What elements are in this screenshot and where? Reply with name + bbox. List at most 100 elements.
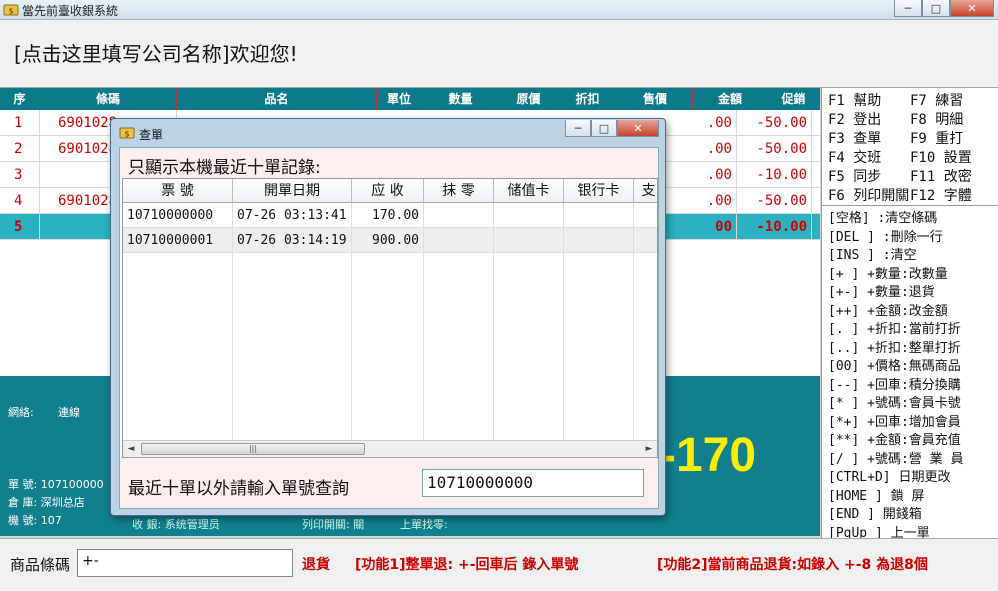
dialog-icon: $ [119, 127, 135, 139]
col-rounding[interactable]: 抹 零 [424, 179, 494, 202]
shortcut-item: [END ] 開錢箱 [828, 507, 922, 522]
cell-receivable: 900.00 [352, 228, 424, 252]
scroll-left-icon[interactable]: ◄ [123, 441, 139, 457]
return-hint: 退貨 [302, 557, 330, 573]
dialog-maximize-button[interactable]: □ [591, 120, 617, 137]
fkey-shift[interactable]: F4 交班 [828, 149, 910, 168]
query-dialog: $ 查單 ─ □ ✕ 只顯示本機最近十單記錄: 票 號 開單日期 应 收 抹 零… [110, 118, 666, 516]
shortcut-item: [*+] +回車:增加會員 [828, 414, 961, 430]
maximize-button[interactable]: □ [922, 0, 950, 17]
print-switch-label: 列印開關: 關 [302, 518, 365, 531]
barcode-label: 商品條碼 [10, 556, 71, 574]
records-grid: 票 號 開單日期 应 收 抹 零 储值卡 银行卡 支 10710000000 0… [122, 178, 658, 458]
col-name[interactable]: 品名 [177, 88, 377, 110]
total-amount: -170 [660, 429, 757, 482]
fkey-help[interactable]: F1 幫助 [828, 92, 910, 111]
fkey-settings[interactable]: F10 設置 [910, 149, 992, 168]
dialog-close-button[interactable]: ✕ [617, 120, 659, 137]
col-unit[interactable]: 單位 [377, 88, 422, 110]
col-barcode[interactable]: 條碼 [40, 88, 177, 110]
cell-pay [634, 203, 657, 227]
shortcut-item: [..] +折扣:整單打折 [828, 340, 961, 356]
dialog-minimize-button[interactable]: ─ [565, 120, 591, 137]
close-button[interactable]: ✕ [950, 0, 994, 17]
change-label: 上單找零: [400, 518, 448, 531]
grid-row[interactable]: 10710000001 07-26 03:14:19 900.00 [123, 228, 657, 253]
company-name-link[interactable]: [点击这里填写公司名称]欢迎您! [14, 38, 298, 67]
col-discount[interactable]: 折扣 [558, 88, 618, 110]
col-bank-card[interactable]: 银行卡 [564, 179, 634, 202]
col-amount[interactable]: 金額 [693, 88, 768, 110]
dialog-title: 查單 [139, 128, 164, 142]
fkey-row: F3 查單 F9 重打 [828, 130, 992, 149]
dialog-title-bar[interactable]: $ 查單 ─ □ ✕ [111, 119, 665, 147]
shortcut-item: [/ ] +號碼:營 業 員 [828, 451, 964, 467]
fkey-font[interactable]: F12 字體 [910, 187, 992, 206]
scroll-thumb[interactable]: ||| [141, 443, 365, 455]
fkey-print-switch[interactable]: F6 列印開關 [828, 187, 910, 206]
fkey-query[interactable]: F3 查單 [828, 130, 910, 149]
fkey-sync[interactable]: F5 同步 [828, 168, 910, 187]
fkey-detail[interactable]: F8 明細 [910, 111, 992, 130]
cell-bank-card [564, 228, 634, 252]
cell-amount: -10.00 [737, 162, 812, 187]
fkey-row: F1 幫助 F7 練習 [828, 92, 992, 111]
fkey-row: F5 同步 F11 改密 [828, 168, 992, 187]
col-ticket[interactable]: 票 號 [123, 179, 233, 202]
function1-hint: [功能1]整單退: +-回車后 錄入單號 [355, 557, 579, 573]
machine-number: 機 號: 107 [8, 514, 62, 527]
col-promo[interactable]: 促銷 [768, 88, 820, 110]
barcode-bar: 商品條碼 +- 退貨 [功能1]整單退: +-回車后 錄入單號 [功能2]當前商… [0, 538, 998, 591]
dialog-footer: 最近十單以外請輸入單號查詢 10710000000 [120, 458, 658, 508]
cell-ticket: 10710000001 [123, 228, 233, 252]
cell-amount: -10.00 [737, 214, 812, 239]
header: [点击这里填写公司名称]欢迎您! [0, 20, 998, 88]
ticket-search-label: 最近十單以外請輸入單號查詢 [128, 479, 349, 499]
shortcut-item: [INS ] :清空 [828, 248, 917, 263]
horizontal-scrollbar[interactable]: ◄ ||| ► [123, 440, 657, 457]
col-stored-card[interactable]: 储值卡 [494, 179, 564, 202]
function-keys: F1 幫助 F7 練習 F2 登出 F8 明細 F3 查單 F9 重打 F4 交班 F1… [822, 88, 998, 206]
col-price[interactable]: 售價 [618, 88, 693, 110]
cell-rounding [424, 203, 494, 227]
cell-pay [634, 228, 657, 252]
scroll-right-icon[interactable]: ► [641, 441, 657, 457]
shortcut-item: [+-] +數量:退貨 [828, 285, 935, 300]
cell-amount: -50.00 [737, 188, 812, 213]
col-receivable[interactable]: 应 收 [352, 179, 424, 202]
cell-rounding [424, 228, 494, 252]
ticket-search-input[interactable]: 10710000000 [422, 469, 644, 497]
cell-bank-card [564, 203, 634, 227]
fkey-row: F6 列印開關 F12 字體 [828, 187, 992, 206]
order-number: 單 號: 107100000 [8, 478, 104, 491]
network-value: 連線 [58, 406, 80, 419]
fkey-reprint[interactable]: F9 重打 [910, 130, 992, 149]
col-pay[interactable]: 支 [634, 179, 657, 202]
fkey-practice[interactable]: F7 練習 [910, 92, 992, 111]
shortcut-item: [+ ] +數量:改數量 [828, 266, 948, 282]
svg-text:$: $ [124, 130, 129, 139]
fkey-row: F4 交班 F10 設置 [828, 149, 992, 168]
cell-ticket: 10710000000 [123, 203, 233, 227]
fkey-logout[interactable]: F2 登出 [828, 111, 910, 130]
col-date[interactable]: 開單日期 [233, 179, 352, 202]
store-name: 倉 庫: 深圳总店 [8, 496, 85, 509]
cell-seq: 2 [0, 136, 40, 161]
shortcut-list: [空格] :清空條碼 [DEL ] :刪除一行 [INS ] :清空 [+ ] … [822, 206, 998, 547]
grid-row[interactable]: 10710000000 07-26 03:13:41 170.00 [123, 203, 657, 228]
col-qty[interactable]: 數量 [422, 88, 500, 110]
shortcut-item: [00] +價格:無碼商品 [828, 359, 961, 374]
window-title: 當先前臺收銀系統 [22, 4, 119, 18]
col-orig-price[interactable]: 原價 [500, 88, 558, 110]
barcode-input[interactable]: +- [77, 549, 293, 577]
minimize-button[interactable]: ─ [894, 0, 922, 17]
pos-window: $ 當先前臺收銀系統 ─ □ ✕ [点击这里填写公司名称]欢迎您! 序 條碼 品… [0, 0, 998, 591]
function2-hint: [功能2]當前商品退貨:如錄入 +-8 為退8個 [657, 557, 928, 573]
fkey-change-password[interactable]: F11 改密 [910, 168, 992, 187]
cell-amount: -50.00 [737, 110, 812, 135]
shortcut-item: [DEL ] :刪除一行 [828, 229, 943, 245]
network-label: 網絡: [8, 406, 34, 419]
cell-stored-card [494, 228, 564, 252]
col-seq[interactable]: 序 [0, 88, 40, 110]
cell-seq: 5 [0, 214, 40, 239]
